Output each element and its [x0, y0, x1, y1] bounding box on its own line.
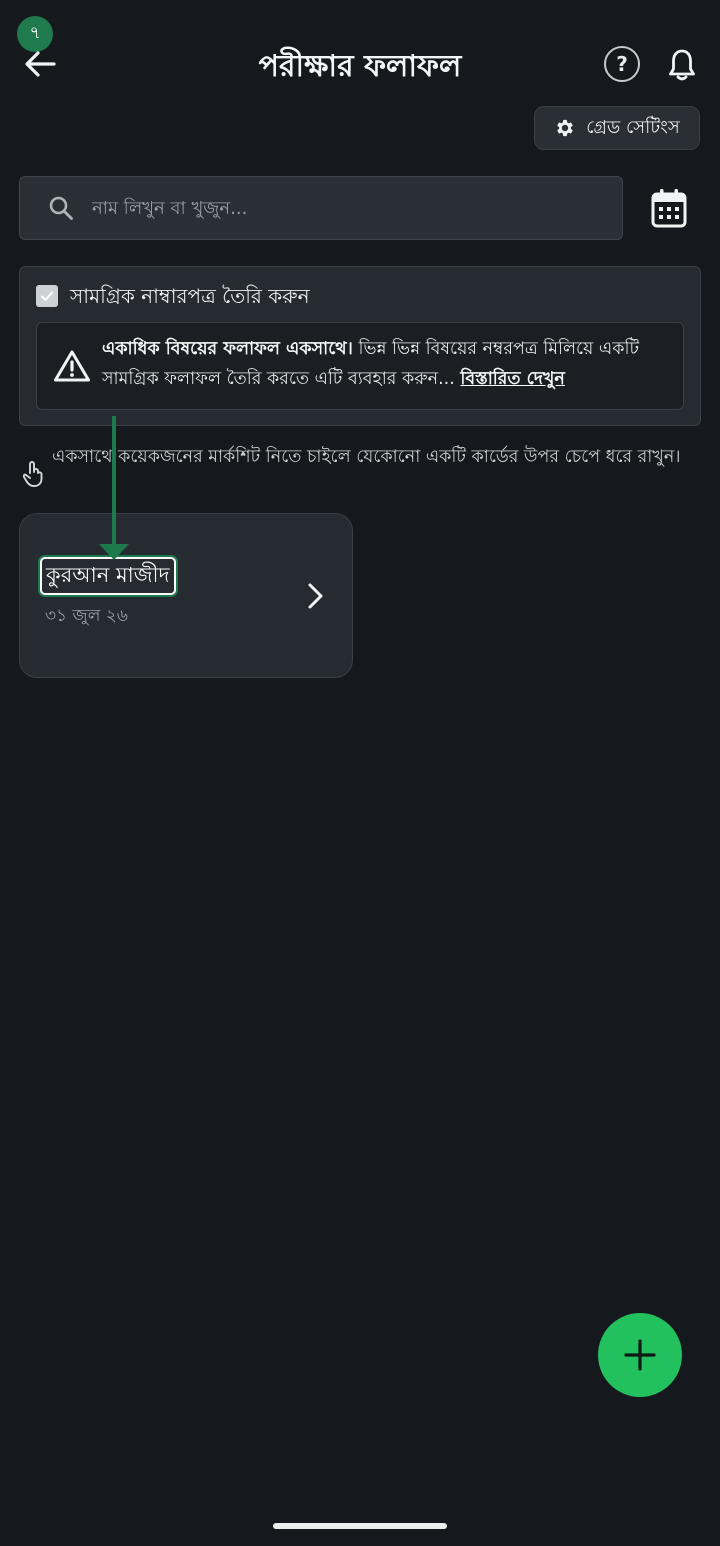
calendar-icon	[651, 189, 687, 228]
tutorial-arrow-line	[112, 416, 116, 546]
tap-hand-icon	[20, 458, 46, 488]
home-indicator	[273, 1523, 447, 1529]
check-icon	[41, 291, 53, 301]
grade-settings-label: গ্রেড সেটিংস	[586, 116, 680, 138]
combined-marksheet-label[interactable]: সামগ্রিক নাম্বারপত্র তৈরি করুন	[70, 281, 310, 311]
search-icon	[46, 193, 76, 223]
notice-bold-text: একাধিক বিষয়ের ফলাফল একসাথে।	[102, 339, 353, 359]
question-circle-icon: ?	[616, 52, 628, 76]
warning-triangle-icon	[52, 348, 92, 384]
search-bar[interactable]	[19, 176, 623, 240]
grade-settings-button[interactable]: গ্রেড সেটিংস	[534, 106, 700, 150]
plus-icon	[624, 1339, 656, 1371]
notifications-button[interactable]	[664, 46, 700, 84]
chevron-right-icon[interactable]	[298, 578, 332, 614]
help-button[interactable]: ?	[604, 46, 640, 82]
notice-text: একাধিক বিষয়ের ফলাফল একসাথে। ভিন্ন ভিন্ন…	[102, 334, 672, 394]
subject-date: ৩১ জুল ২৬	[45, 606, 128, 626]
combined-marksheet-checkbox[interactable]	[36, 285, 58, 307]
bell-icon	[669, 49, 695, 81]
details-link[interactable]: বিস্তারিত দেখুন	[460, 369, 565, 389]
tutorial-arrow-head	[99, 544, 129, 560]
calendar-button[interactable]	[648, 186, 690, 230]
multi-select-hint: একসাথে কয়েকজনের মার্কশিট নিতে চাইলে যেক…	[52, 447, 681, 467]
add-button[interactable]	[598, 1313, 682, 1397]
search-input[interactable]	[90, 196, 622, 220]
subject-name: কুরআন মাজীদ	[40, 557, 176, 595]
gear-icon	[557, 119, 574, 137]
